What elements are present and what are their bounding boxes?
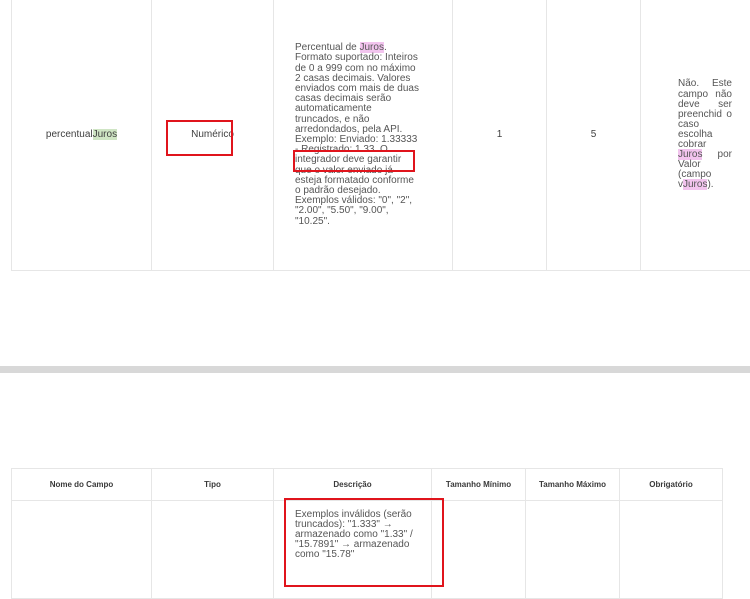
required-cell bbox=[620, 501, 723, 599]
page-2: Nome do Campo Tipo Descrição Tamanho Mín… bbox=[0, 373, 750, 592]
annotation-box-type bbox=[166, 120, 233, 156]
header-min-size: Tamanho Mínimo bbox=[432, 469, 526, 501]
description-cell: Percentual de Juros. Formato suportado: … bbox=[274, 0, 453, 271]
field-name-highlight: Juros bbox=[93, 129, 117, 140]
header-required: Obrigatório bbox=[620, 469, 723, 501]
header-max-size: Tamanho Máximo bbox=[526, 469, 620, 501]
annotation-box-invalid-examples bbox=[284, 498, 444, 587]
header-field-name: Nome do Campo bbox=[12, 469, 152, 501]
min-size-value: 1 bbox=[497, 129, 503, 140]
min-size-cell: 1 bbox=[453, 0, 547, 271]
description-text: Enviado: 1.33333 - Registrado: 1.33. O i… bbox=[295, 134, 417, 227]
field-name-cell bbox=[12, 501, 152, 599]
field-name-prefix: percentual bbox=[46, 129, 93, 140]
table-header-row: Nome do Campo Tipo Descrição Tamanho Mín… bbox=[12, 469, 723, 501]
required-text: ). bbox=[707, 179, 713, 190]
page-1: percentualJuros Numérico Percentual de J… bbox=[0, 0, 750, 366]
annotation-box-example bbox=[293, 150, 415, 172]
type-cell bbox=[152, 501, 274, 599]
required-text: Não. Este campo não deve ser preenchid o… bbox=[678, 78, 732, 150]
required-cell: Não. Este campo não deve ser preenchid o… bbox=[641, 0, 750, 271]
page-separator bbox=[0, 366, 750, 373]
header-description: Descrição bbox=[274, 469, 432, 501]
max-size-cell: 5 bbox=[547, 0, 641, 271]
max-size-cell bbox=[526, 501, 620, 599]
table-row: percentualJuros Numérico Percentual de J… bbox=[12, 0, 750, 271]
min-size-cell bbox=[432, 501, 526, 599]
max-size-value: 5 bbox=[591, 129, 597, 140]
header-type: Tipo bbox=[152, 469, 274, 501]
required-highlight: Juros bbox=[683, 179, 707, 190]
fields-table-1: percentualJuros Numérico Percentual de J… bbox=[11, 0, 750, 271]
field-name-cell: percentualJuros bbox=[12, 0, 152, 271]
description-text: . Formato suportado: Inteiros de 0 a 999… bbox=[295, 42, 419, 145]
